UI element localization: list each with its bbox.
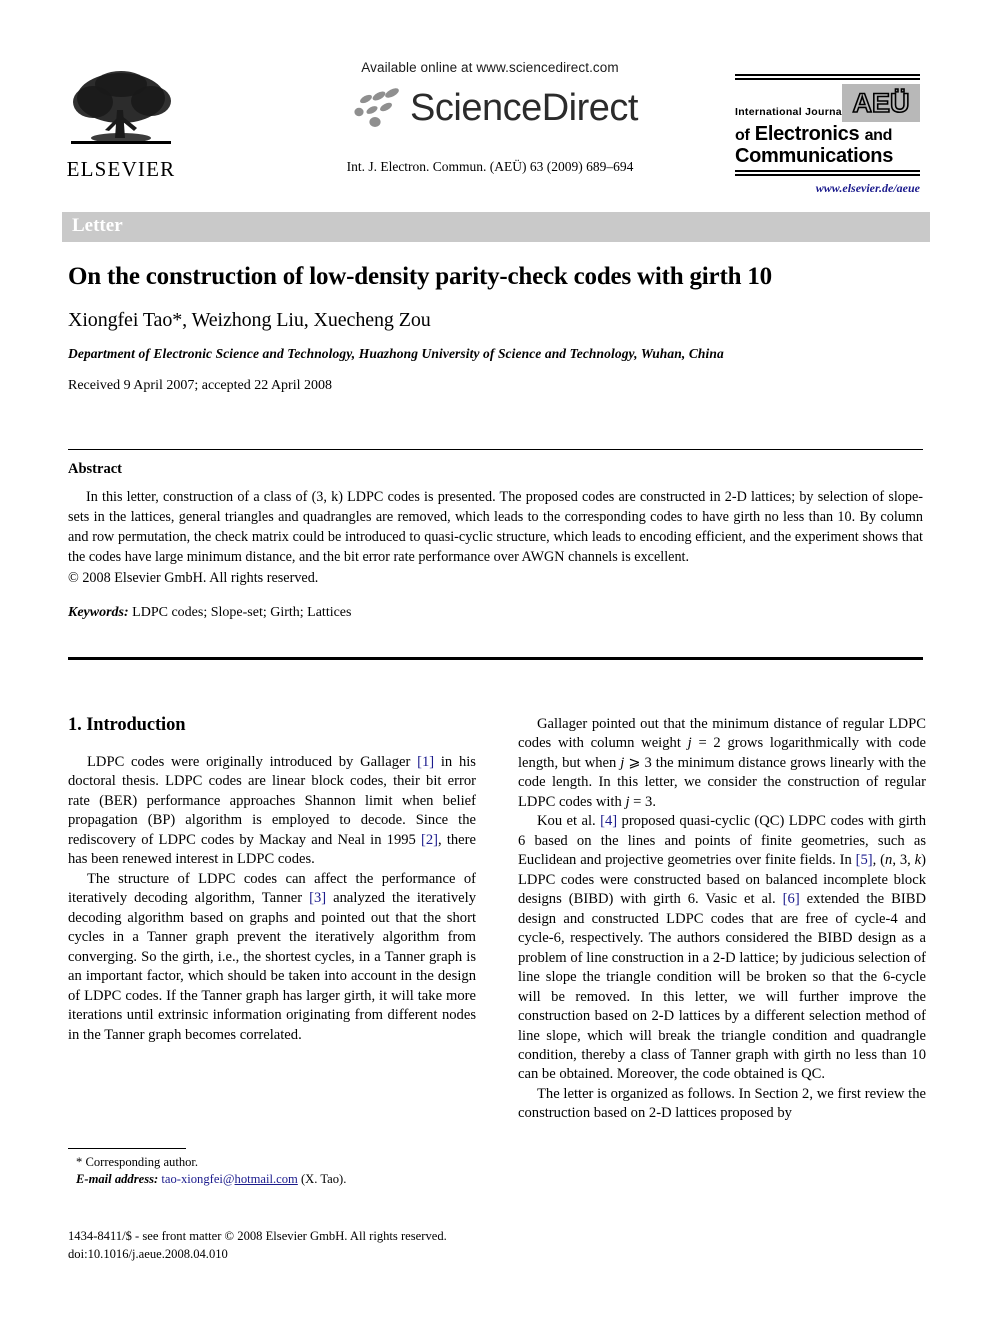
elsevier-wordmark: ELSEVIER — [66, 157, 176, 181]
email-domain-part: hotmail.com — [234, 1172, 298, 1187]
body-paragraph: Gallager pointed out that the minimum di… — [518, 716, 926, 810]
body-paragraph: LDPC codes were originally introduced by… — [68, 754, 476, 868]
elsevier-tree-icon — [67, 68, 175, 156]
citation-link[interactable]: [4] — [600, 813, 617, 829]
abstract-bottom-rule — [68, 657, 923, 660]
email-attribution: (X. Tao). — [297, 1172, 347, 1187]
right-column-paragraphs: Gallager pointed out that the minimum di… — [518, 715, 926, 1124]
aeu-international-journal-text: International Journal — [735, 106, 846, 118]
email-local-part: tao-xiongfei@ — [161, 1172, 235, 1187]
abstract-top-rule — [68, 449, 923, 450]
right-column: Gallager pointed out that the minimum di… — [518, 715, 926, 1124]
math-variable: k — [914, 852, 922, 869]
citation-link[interactable]: [1] — [417, 754, 434, 770]
author-list: Xiongfei Tao*, Weizhong Liu, Xuecheng Zo… — [68, 308, 431, 331]
aeu-url-link[interactable]: www.elsevier.de/aeue — [735, 181, 920, 196]
left-column: 1. Introduction LDPC codes were original… — [68, 715, 476, 1045]
left-column-paragraphs: LDPC codes were originally introduced by… — [68, 753, 476, 1045]
keywords-line: Keywords: LDPC codes; Slope-set; Girth; … — [68, 605, 923, 621]
math-variable: j — [620, 754, 625, 771]
body-paragraph: The letter is organized as follows. In S… — [518, 1085, 926, 1122]
imprint-block: 1434-8411/$ - see front matter © 2008 El… — [68, 1228, 488, 1264]
aeu-electronics-text: Electronics — [754, 123, 860, 145]
email-link[interactable]: tao-xiongfei@hotmail.com — [161, 1172, 297, 1186]
email-label: E-mail address: — [76, 1172, 159, 1187]
math-variable: j — [625, 793, 630, 810]
aeu-top-rule — [735, 74, 920, 80]
available-online-text: Available online at www.sciencedirect.co… — [361, 60, 619, 75]
title-block: On the construction of low-density parit… — [68, 263, 928, 394]
sciencedirect-block: Available online at www.sciencedirect.co… — [280, 60, 700, 175]
abstract-section: Abstract In this letter, construction of… — [68, 461, 923, 621]
aeu-of-text: of — [735, 127, 750, 144]
citation-link[interactable]: [5] — [856, 852, 873, 868]
citation-link[interactable]: [6] — [783, 891, 800, 907]
article-type-label: Letter — [72, 215, 123, 236]
aeu-logo-body: International Journal AEÜ — [735, 84, 920, 124]
aeu-journal-logo: International Journal AEÜ of Electronics… — [735, 74, 920, 196]
corresponding-author-note: * Corresponding author. — [76, 1155, 199, 1169]
email-note: E-mail address: tao-xiongfei@hotmail.com… — [68, 1171, 476, 1188]
tree-svg — [71, 71, 171, 144]
citation-link[interactable]: [3] — [309, 890, 326, 906]
abstract-heading: Abstract — [68, 461, 122, 477]
section-heading-introduction: 1. Introduction — [68, 715, 186, 735]
elsevier-logo: ELSEVIER — [62, 68, 180, 182]
abstract-copyright: © 2008 Elsevier GmbH. All rights reserve… — [68, 569, 319, 586]
aeu-bottom-rule — [735, 170, 920, 177]
footnote-block: * Corresponding author. E-mail address: … — [68, 1148, 476, 1189]
citation-link[interactable]: [2] — [421, 832, 438, 848]
aeu-line-electronics: of Electronics and — [735, 123, 920, 146]
keywords-value: LDPC codes; Slope-set; Girth; Lattices — [132, 604, 352, 620]
affiliation: Department of Electronic Science and Tec… — [68, 345, 724, 361]
journal-citation: Int. J. Electron. Commun. (AEÜ) 63 (2009… — [346, 159, 634, 174]
article-history: Received 9 April 2007; accepted 22 April… — [68, 377, 332, 393]
footnote-divider — [68, 1148, 186, 1149]
paper-page: ELSEVIER Available online at www.science… — [0, 0, 992, 1323]
keywords-label: Keywords: — [68, 604, 129, 620]
math-variable: j — [687, 735, 692, 752]
sciencedirect-logo: ScienceDirect — [280, 85, 700, 131]
aeu-badge: AEÜ — [842, 84, 920, 122]
issn-copyright-line: 1434-8411/$ - see front matter © 2008 El… — [68, 1229, 447, 1243]
article-type-banner: Letter — [62, 212, 930, 242]
aeu-badge-text: AEÜ — [852, 87, 911, 118]
doi-line[interactable]: doi:10.1016/j.aeue.2008.04.010 — [68, 1246, 488, 1264]
aeu-and-text: and — [864, 127, 893, 144]
aeu-line-communications: Communications — [735, 144, 894, 167]
body-paragraph: The structure of LDPC codes can affect t… — [68, 870, 476, 1043]
body-columns: 1. Introduction LDPC codes were original… — [68, 715, 926, 1185]
sciencedirect-wordmark: ScienceDirect — [410, 87, 638, 129]
page-title: On the construction of low-density parit… — [68, 263, 772, 290]
body-paragraph: Kou et al. [4] proposed quasi-cyclic (QC… — [518, 813, 927, 1083]
abstract-body: In this letter, construction of a class … — [68, 489, 923, 566]
math-variable: n — [885, 852, 893, 869]
sciencedirect-swoosh-icon — [354, 88, 399, 127]
journal-header: ELSEVIER Available online at www.science… — [62, 60, 930, 200]
